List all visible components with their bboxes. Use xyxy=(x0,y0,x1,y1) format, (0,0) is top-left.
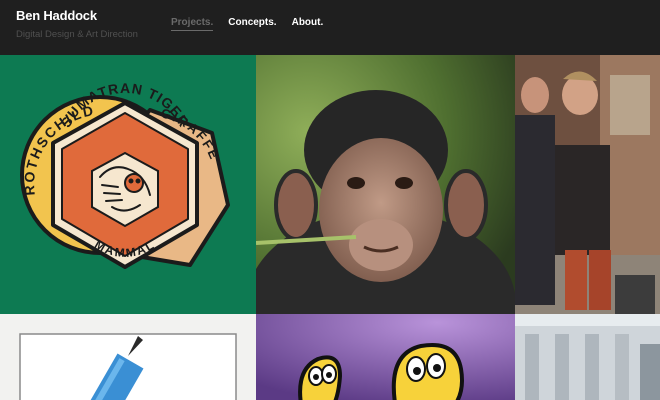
main-nav: Projects. Concepts. About. xyxy=(171,17,323,31)
nav-projects[interactable]: Projects. xyxy=(171,17,214,31)
project-tile-animal-badges[interactable]: ROTHSCHILD GIRAFFE SUMATRAN TIGER MAMMAL xyxy=(0,55,256,314)
pencil-sketch xyxy=(0,314,256,400)
nav-about[interactable]: About. xyxy=(292,17,324,31)
badge-illustration: ROTHSCHILD GIRAFFE SUMATRAN TIGER MAMMAL xyxy=(20,80,230,269)
nav-concepts[interactable]: Concepts. xyxy=(228,17,276,31)
site-header: Ben Haddock Digital Design & Art Directi… xyxy=(0,0,660,55)
site-title[interactable]: Ben Haddock xyxy=(16,8,138,23)
portfolio-grid: ROTHSCHILD GIRAFFE SUMATRAN TIGER MAMMAL xyxy=(0,55,660,400)
character-right xyxy=(391,343,464,400)
chimpanzee-photo xyxy=(256,55,515,314)
brand[interactable]: Ben Haddock Digital Design & Art Directi… xyxy=(16,8,138,40)
project-tile-cartoon-characters[interactable] xyxy=(256,314,515,400)
site-tagline: Digital Design & Art Direction xyxy=(16,29,138,40)
project-tile-chimpanzee[interactable] xyxy=(256,55,515,314)
project-tile-architecture[interactable] xyxy=(515,314,660,400)
street-fashion-photo xyxy=(515,55,660,314)
project-tile-sketch[interactable] xyxy=(0,314,256,400)
project-tile-street-fashion[interactable] xyxy=(515,55,660,314)
cartoon-characters xyxy=(256,314,515,400)
architecture-photo xyxy=(515,314,660,400)
